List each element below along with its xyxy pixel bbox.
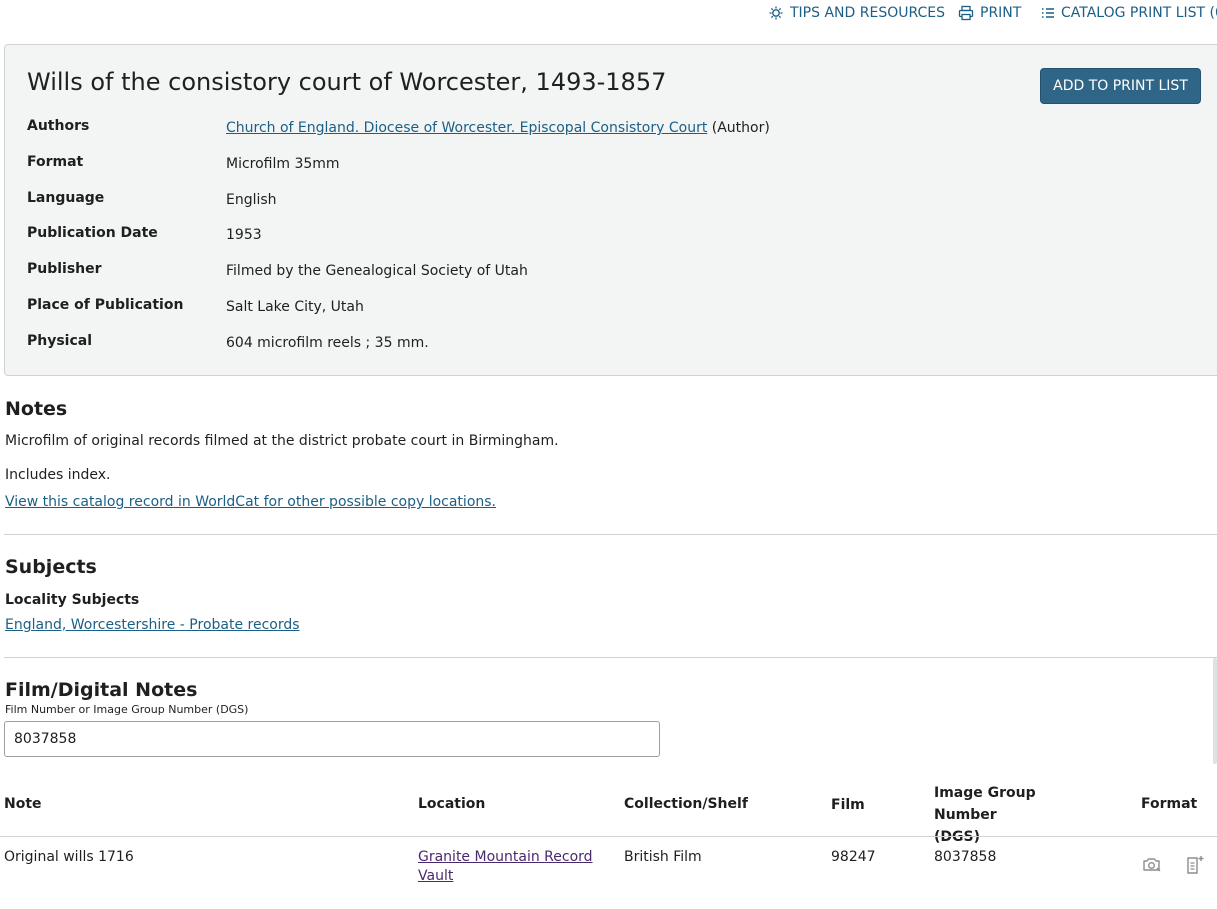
table-header-divider bbox=[0, 836, 1217, 837]
record-details-card: Wills of the consistory court of Worcest… bbox=[4, 44, 1217, 376]
column-collection-shelf: Collection/Shelf bbox=[624, 796, 748, 812]
film-number-input[interactable] bbox=[4, 721, 660, 757]
notes-line-2: Includes index. bbox=[5, 467, 111, 483]
author-link[interactable]: Church of England. Diocese of Worcester.… bbox=[226, 120, 707, 136]
column-film: Film bbox=[831, 797, 865, 813]
locality-subject-link[interactable]: England, Worcestershire - Probate record… bbox=[5, 617, 300, 633]
record-title: Wills of the consistory court of Worcest… bbox=[27, 68, 667, 96]
notes-heading: Notes bbox=[5, 398, 68, 420]
column-note: Note bbox=[4, 796, 42, 812]
place-of-publication-value: Salt Lake City, Utah bbox=[226, 299, 364, 315]
publisher-value: Filmed by the Genealogical Society of Ut… bbox=[226, 263, 528, 279]
catalog-print-list-label: CATALOG PRINT LIST (0 bbox=[1061, 5, 1217, 21]
physical-label: Physical bbox=[27, 333, 93, 349]
physical-value: 604 microfilm reels ; 35 mm. bbox=[226, 335, 429, 351]
print-link[interactable]: PRINT bbox=[958, 4, 1021, 22]
publisher-label: Publisher bbox=[27, 261, 102, 277]
format-label: Format bbox=[27, 154, 84, 170]
subjects-heading: Subjects bbox=[5, 556, 97, 578]
subjects-divider bbox=[4, 657, 1217, 658]
tips-label: TIPS AND RESOURCES bbox=[790, 5, 946, 21]
scrollbar[interactable] bbox=[1213, 658, 1217, 764]
column-format: Format bbox=[1141, 796, 1198, 812]
notes-line-1: Microfilm of original records filmed at … bbox=[5, 433, 559, 449]
film-digital-notes-heading: Film/Digital Notes bbox=[5, 679, 198, 701]
tips-and-resources-link[interactable]: TIPS AND RESOURCES bbox=[768, 4, 945, 22]
row-note: Original wills 1716 bbox=[4, 849, 134, 865]
printer-icon bbox=[958, 5, 974, 21]
camera-icon[interactable] bbox=[1141, 855, 1163, 875]
film-number-label: Film Number or Image Group Number (DGS) bbox=[5, 703, 249, 716]
authors-value: Church of England. Diocese of Worcester.… bbox=[226, 120, 770, 136]
column-location: Location bbox=[418, 796, 486, 812]
row-collection: British Film bbox=[624, 849, 702, 865]
author-role: (Author) bbox=[707, 120, 770, 136]
column-image-group-number: Image Group Number (DGS) bbox=[934, 785, 1036, 845]
language-label: Language bbox=[27, 190, 105, 206]
add-note-icon[interactable] bbox=[1185, 855, 1207, 875]
locality-subjects-label: Locality Subjects bbox=[5, 592, 140, 608]
format-value: Microfilm 35mm bbox=[226, 156, 340, 172]
print-label: PRINT bbox=[980, 5, 1022, 21]
authors-label: Authors bbox=[27, 118, 90, 134]
add-to-print-list-button[interactable]: ADD TO PRINT LIST bbox=[1040, 68, 1201, 104]
top-toolbar: TIPS AND RESOURCES PRINT CATALOG PRINT L… bbox=[0, 0, 1217, 26]
lightbulb-icon bbox=[769, 6, 783, 20]
language-value: English bbox=[226, 192, 277, 208]
notes-divider bbox=[4, 534, 1217, 535]
catalog-print-list-link[interactable]: CATALOG PRINT LIST (0 bbox=[1041, 4, 1217, 22]
publication-date-value: 1953 bbox=[226, 227, 262, 243]
row-film: 98247 bbox=[831, 849, 876, 865]
list-icon bbox=[1042, 8, 1054, 18]
row-dgs: 8037858 bbox=[934, 849, 997, 865]
row-location-link[interactable]: Granite Mountain Record Vault bbox=[418, 848, 608, 886]
worldcat-link[interactable]: View this catalog record in WorldCat for… bbox=[5, 494, 496, 510]
place-of-publication-label: Place of Publication bbox=[27, 297, 184, 313]
publication-date-label: Publication Date bbox=[27, 225, 158, 241]
